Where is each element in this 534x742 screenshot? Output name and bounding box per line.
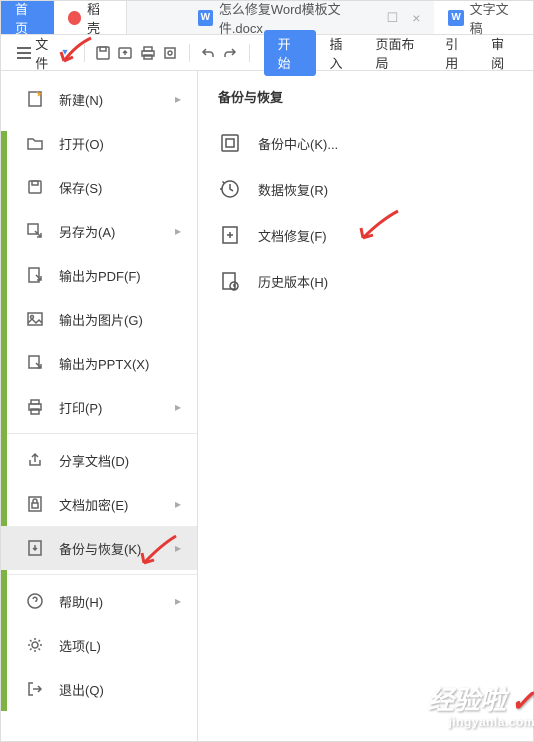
chevron-right-icon: ▸ xyxy=(175,594,181,608)
separator xyxy=(249,44,250,62)
tab-label: 文字文稿 xyxy=(470,0,519,37)
chevron-right-icon: ▸ xyxy=(175,541,181,555)
exit-icon xyxy=(25,679,45,699)
menu-export-image[interactable]: 输出为图片(G) xyxy=(1,297,197,341)
menu-label: 输出为PPTX(X) xyxy=(59,354,181,373)
menu-export-pptx[interactable]: 输出为PPTX(X) xyxy=(1,341,197,385)
file-menu-pane: 新建(N) ▸ 打开(O) 保存(S) 另存为(A) ▸ 输出为PDF(F) 输… xyxy=(1,71,198,741)
chevron-right-icon: ▸ xyxy=(175,497,181,511)
redo-icon[interactable] xyxy=(222,44,239,62)
divider xyxy=(1,574,197,575)
word-icon: W xyxy=(448,10,463,26)
print-icon xyxy=(25,397,45,417)
menu-label: 退出(Q) xyxy=(59,680,181,699)
menu-label: 文档加密(E) xyxy=(59,495,161,514)
doc-repair-icon xyxy=(218,223,242,247)
ribbon-page-layout[interactable]: 页面布局 xyxy=(367,30,431,76)
submenu-label: 历史版本(H) xyxy=(258,272,328,291)
word-icon: W xyxy=(198,10,213,26)
save-as-icon xyxy=(25,221,45,241)
submenu-label: 备份中心(K)... xyxy=(258,134,338,153)
tab-label: 稻壳 xyxy=(87,0,112,37)
pin-icon: ☐ xyxy=(387,10,399,26)
main: 新建(N) ▸ 打开(O) 保存(S) 另存为(A) ▸ 输出为PDF(F) 输… xyxy=(1,71,533,741)
menu-save-as[interactable]: 另存为(A) ▸ xyxy=(1,209,197,253)
undo-icon[interactable] xyxy=(200,44,217,62)
submenu-title: 备份与恢复 xyxy=(198,87,533,120)
export-icon[interactable] xyxy=(117,44,134,62)
submenu-doc-repair[interactable]: 文档修复(F) xyxy=(198,212,533,258)
tab-document-1[interactable]: W 怎么修复Word模板文件.docx ☐ × xyxy=(184,1,435,34)
divider xyxy=(1,433,197,434)
menu-backup[interactable]: 备份与恢复(K) ▸ xyxy=(1,526,197,570)
chevron-down-icon: ▾ xyxy=(63,47,68,58)
menu-label: 帮助(H) xyxy=(59,592,161,611)
backup-center-icon xyxy=(218,131,242,155)
menu-save[interactable]: 保存(S) xyxy=(1,165,197,209)
new-icon xyxy=(25,89,45,109)
submenu-label: 数据恢复(R) xyxy=(258,180,328,199)
menu-exit[interactable]: 退出(Q) xyxy=(1,667,197,711)
file-label: 文件 xyxy=(35,34,58,72)
tab-bar: 首页 稻壳 W 怎么修复Word模板文件.docx ☐ × W 文字文稿 xyxy=(1,1,533,35)
menu-label: 保存(S) xyxy=(59,178,181,197)
options-icon xyxy=(25,635,45,655)
menu-label: 另存为(A) xyxy=(59,222,161,241)
encrypt-icon xyxy=(25,494,45,514)
chevron-right-icon: ▸ xyxy=(175,400,181,414)
menu-label: 打开(O) xyxy=(59,134,181,153)
save-icon xyxy=(25,177,45,197)
print-icon[interactable] xyxy=(140,44,157,62)
menu-new[interactable]: 新建(N) ▸ xyxy=(1,77,197,121)
toolbar: 文件 ▾ 开始 插入 页面布局 引用 审阅 xyxy=(1,35,533,71)
separator xyxy=(84,44,85,62)
hamburger-icon xyxy=(17,47,31,59)
image-icon xyxy=(25,309,45,329)
menu-export-pdf[interactable]: 输出为PDF(F) xyxy=(1,253,197,297)
share-icon xyxy=(25,450,45,470)
preview-icon[interactable] xyxy=(162,44,179,62)
save-icon[interactable] xyxy=(95,44,112,62)
menu-label: 输出为图片(G) xyxy=(59,310,181,329)
help-icon xyxy=(25,591,45,611)
submenu-backup-center[interactable]: 备份中心(K)... xyxy=(198,120,533,166)
tab-document-2[interactable]: W 文字文稿 xyxy=(434,1,533,34)
pdf-icon xyxy=(25,265,45,285)
menu-label: 输出为PDF(F) xyxy=(59,266,181,285)
file-menu-button[interactable]: 文件 ▾ xyxy=(11,30,74,76)
pptx-icon xyxy=(25,353,45,373)
data-recover-icon xyxy=(218,177,242,201)
close-icon[interactable]: × xyxy=(412,10,420,26)
docker-icon xyxy=(68,11,81,25)
submenu-pane: 备份与恢复 备份中心(K)... 数据恢复(R) 文档修复(F) 历史版本(H) xyxy=(198,71,533,741)
menu-label: 备份与恢复(K) xyxy=(59,539,161,558)
chevron-right-icon: ▸ xyxy=(175,92,181,106)
tab-label: 怎么修复Word模板文件.docx xyxy=(219,0,375,37)
history-icon xyxy=(218,269,242,293)
chevron-right-icon: ▸ xyxy=(175,224,181,238)
open-icon xyxy=(25,133,45,153)
menu-share[interactable]: 分享文档(D) xyxy=(1,438,197,482)
menu-label: 新建(N) xyxy=(59,90,161,109)
menu-label: 选项(L) xyxy=(59,636,181,655)
menu-label: 打印(P) xyxy=(59,398,161,417)
submenu-label: 文档修复(F) xyxy=(258,226,327,245)
menu-open[interactable]: 打开(O) xyxy=(1,121,197,165)
menu-label: 分享文档(D) xyxy=(59,451,181,470)
submenu-history[interactable]: 历史版本(H) xyxy=(198,258,533,304)
backup-icon xyxy=(25,538,45,558)
separator xyxy=(189,44,190,62)
menu-print[interactable]: 打印(P) ▸ xyxy=(1,385,197,429)
menu-help[interactable]: 帮助(H) ▸ xyxy=(1,579,197,623)
submenu-data-recover[interactable]: 数据恢复(R) xyxy=(198,166,533,212)
menu-encrypt[interactable]: 文档加密(E) ▸ xyxy=(1,482,197,526)
menu-options[interactable]: 选项(L) xyxy=(1,623,197,667)
